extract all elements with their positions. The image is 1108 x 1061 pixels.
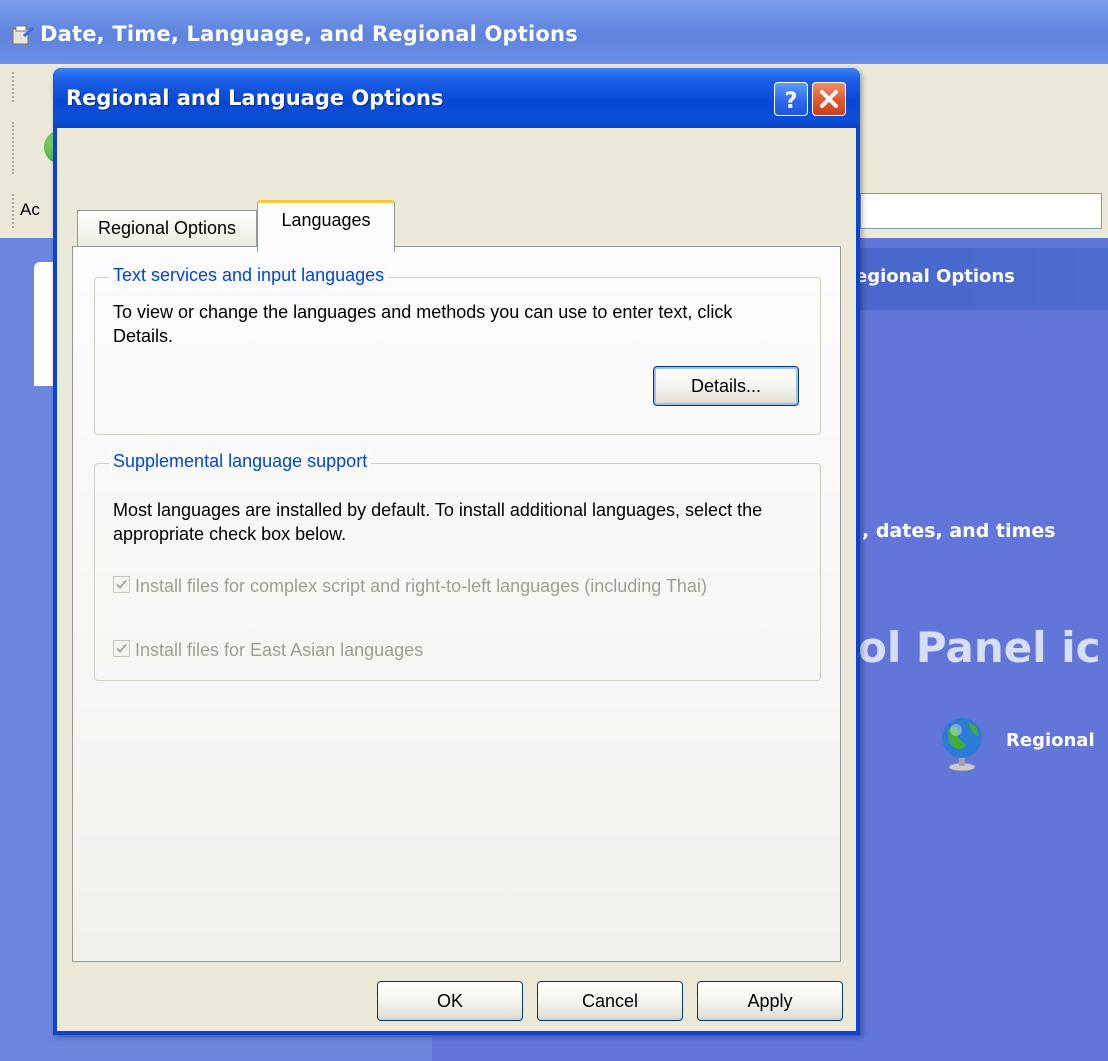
text-services-description: To view or change the languages and meth… [113, 302, 733, 346]
supplemental-description: Most languages are installed by default.… [113, 500, 763, 544]
menu-bar-grip[interactable] [12, 72, 18, 102]
regional-options-link[interactable]: Regional [1006, 730, 1095, 751]
text-services-legend: Text services and input languages [109, 265, 389, 286]
help-button[interactable]: ? [774, 82, 808, 116]
text-services-group: Text services and input languages To vie… [94, 265, 821, 435]
tab-regional-options[interactable]: Regional Options [77, 210, 257, 248]
close-button[interactable] [812, 82, 846, 116]
background-window-title: Date, Time, Language, and Regional Optio… [40, 22, 578, 46]
cancel-button[interactable]: Cancel [537, 981, 683, 1021]
background-title-bar: Date, Time, Language, and Regional Optio… [0, 0, 1108, 64]
apply-button[interactable]: Apply [697, 981, 843, 1021]
background-task-link[interactable]: , dates, and times [862, 520, 1056, 542]
toolbar-grip[interactable] [12, 122, 18, 174]
background-header-text: egional Options [855, 266, 1015, 287]
globe-icon[interactable] [936, 714, 988, 774]
supplemental-legend: Supplemental language support [109, 451, 372, 472]
dialog-title-bar[interactable]: Regional and Language Options ? [53, 68, 860, 128]
control-panel-folder-icon [12, 25, 34, 45]
east-asian-checkbox[interactable] [113, 640, 130, 657]
regional-language-options-dialog: Regional and Language Options ? Regional… [53, 68, 860, 1035]
address-bar-grip[interactable] [12, 194, 18, 228]
east-asian-checkbox-row: Install files for East Asian languages [113, 638, 793, 664]
complex-script-checkbox[interactable] [113, 576, 130, 593]
supplemental-language-group: Supplemental language support Most langu… [94, 451, 821, 681]
dialog-client-area: Regional Options Languages Text services… [57, 128, 856, 1031]
address-label: Ac [20, 200, 40, 219]
languages-tab-panel: Text services and input languages To vie… [72, 246, 841, 962]
address-field[interactable] [860, 193, 1102, 229]
east-asian-label: Install files for East Asian languages [135, 640, 424, 660]
svg-text:?: ? [785, 89, 798, 114]
dialog-title: Regional and Language Options [66, 86, 444, 110]
checkmark-icon [116, 579, 127, 589]
details-button[interactable]: Details... [653, 366, 799, 406]
tab-languages[interactable]: Languages [257, 200, 395, 252]
complex-script-label: Install files for complex script and rig… [135, 576, 707, 596]
close-icon [820, 90, 838, 108]
background-heading: ol Panel ic [858, 623, 1101, 672]
ok-button[interactable]: OK [377, 981, 523, 1021]
complex-script-checkbox-row: Install files for complex script and rig… [113, 574, 793, 624]
checkmark-icon [116, 643, 127, 653]
question-mark-icon: ? [785, 89, 798, 114]
